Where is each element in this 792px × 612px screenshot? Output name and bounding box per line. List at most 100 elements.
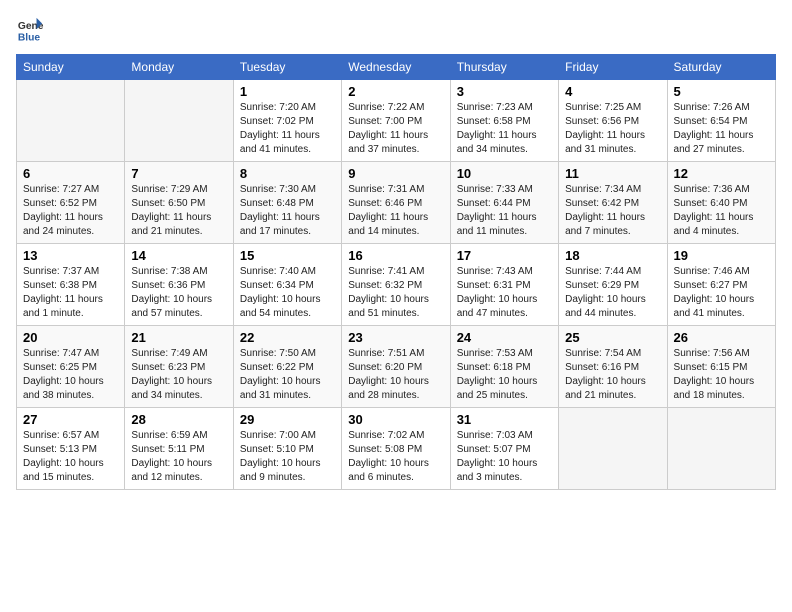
day-number: 4 [565,84,660,99]
day-number: 17 [457,248,552,263]
day-info: Sunrise: 7:43 AM Sunset: 6:31 PM Dayligh… [457,265,552,321]
day-cell: 2 Sunrise: 7:22 AM Sunset: 7:00 PM Daylig… [342,80,450,162]
day-info: Sunrise: 7:47 AM Sunset: 6:25 PM Dayligh… [23,347,118,403]
day-cell: 14 Sunrise: 7:38 AM Sunset: 6:36 PM Dayli… [125,244,233,326]
week-row-5: 27 Sunrise: 6:57 AM Sunset: 5:13 PM Dayli… [17,408,776,490]
calendar-table: SundayMondayTuesdayWednesdayThursdayFrid… [16,54,776,490]
day-info: Sunrise: 6:59 AM Sunset: 5:11 PM Dayligh… [131,429,226,485]
day-cell: 20 Sunrise: 7:47 AM Sunset: 6:25 PM Dayli… [17,326,125,408]
day-info: Sunrise: 7:46 AM Sunset: 6:27 PM Dayligh… [674,265,769,321]
day-number: 22 [240,330,335,345]
day-cell: 7 Sunrise: 7:29 AM Sunset: 6:50 PM Daylig… [125,162,233,244]
day-info: Sunrise: 7:31 AM Sunset: 6:46 PM Dayligh… [348,183,443,239]
logo: General Blue [16,16,44,44]
day-cell: 6 Sunrise: 7:27 AM Sunset: 6:52 PM Daylig… [17,162,125,244]
day-info: Sunrise: 7:27 AM Sunset: 6:52 PM Dayligh… [23,183,118,239]
day-number: 30 [348,412,443,427]
day-cell: 12 Sunrise: 7:36 AM Sunset: 6:40 PM Dayli… [667,162,775,244]
day-number: 23 [348,330,443,345]
day-cell: 24 Sunrise: 7:53 AM Sunset: 6:18 PM Dayli… [450,326,558,408]
column-header-sunday: Sunday [17,55,125,80]
day-number: 12 [674,166,769,181]
logo-icon: General Blue [16,16,44,44]
day-info: Sunrise: 7:00 AM Sunset: 5:10 PM Dayligh… [240,429,335,485]
day-number: 16 [348,248,443,263]
header-row: SundayMondayTuesdayWednesdayThursdayFrid… [17,55,776,80]
day-cell: 25Sunrise: 7:54 AM Sunset: 6:16 PM Dayli… [559,326,667,408]
page-header: General Blue [16,16,776,44]
day-info: Sunrise: 7:33 AM Sunset: 6:44 PM Dayligh… [457,183,552,239]
day-number: 14 [131,248,226,263]
day-info: Sunrise: 7:44 AM Sunset: 6:29 PM Dayligh… [565,265,660,321]
week-row-3: 13Sunrise: 7:37 AM Sunset: 6:38 PM Dayli… [17,244,776,326]
day-number: 1 [240,84,335,99]
day-info: Sunrise: 7:36 AM Sunset: 6:40 PM Dayligh… [674,183,769,239]
day-cell: 18 Sunrise: 7:44 AM Sunset: 6:29 PM Dayli… [559,244,667,326]
day-info: Sunrise: 7:23 AM Sunset: 6:58 PM Dayligh… [457,101,552,157]
day-number: 7 [131,166,226,181]
day-number: 9 [348,166,443,181]
day-number: 24 [457,330,552,345]
column-header-friday: Friday [559,55,667,80]
day-cell: 1 Sunrise: 7:20 AM Sunset: 7:02 PM Daylig… [233,80,341,162]
day-number: 29 [240,412,335,427]
day-number: 27 [23,412,118,427]
day-number: 6 [23,166,118,181]
day-cell [559,408,667,490]
day-info: Sunrise: 7:54 AM Sunset: 6:16 PM Dayligh… [565,347,660,403]
day-info: Sunrise: 7:30 AM Sunset: 6:48 PM Dayligh… [240,183,335,239]
day-cell: 15 Sunrise: 7:40 AM Sunset: 6:34 PM Dayli… [233,244,341,326]
day-cell: 8 Sunrise: 7:30 AM Sunset: 6:48 PM Daylig… [233,162,341,244]
day-info: Sunrise: 7:34 AM Sunset: 6:42 PM Dayligh… [565,183,660,239]
day-info: Sunrise: 7:41 AM Sunset: 6:32 PM Dayligh… [348,265,443,321]
week-row-1: 1 Sunrise: 7:20 AM Sunset: 7:02 PM Daylig… [17,80,776,162]
day-cell: 31 Sunrise: 7:03 AM Sunset: 5:07 PM Dayli… [450,408,558,490]
day-number: 19 [674,248,769,263]
day-cell: 3 Sunrise: 7:23 AM Sunset: 6:58 PM Daylig… [450,80,558,162]
day-number: 2 [348,84,443,99]
day-cell: 27 Sunrise: 6:57 AM Sunset: 5:13 PM Dayli… [17,408,125,490]
day-cell: 22 Sunrise: 7:50 AM Sunset: 6:22 PM Dayli… [233,326,341,408]
day-info: Sunrise: 7:02 AM Sunset: 5:08 PM Dayligh… [348,429,443,485]
day-number: 18 [565,248,660,263]
day-info: Sunrise: 7:29 AM Sunset: 6:50 PM Dayligh… [131,183,226,239]
day-number: 28 [131,412,226,427]
day-info: Sunrise: 7:40 AM Sunset: 6:34 PM Dayligh… [240,265,335,321]
day-info: Sunrise: 7:25 AM Sunset: 6:56 PM Dayligh… [565,101,660,157]
day-number: 26 [674,330,769,345]
column-header-tuesday: Tuesday [233,55,341,80]
day-info: Sunrise: 7:26 AM Sunset: 6:54 PM Dayligh… [674,101,769,157]
week-row-2: 6 Sunrise: 7:27 AM Sunset: 6:52 PM Daylig… [17,162,776,244]
day-cell: 13Sunrise: 7:37 AM Sunset: 6:38 PM Dayli… [17,244,125,326]
day-cell: 4 Sunrise: 7:25 AM Sunset: 6:56 PM Daylig… [559,80,667,162]
svg-text:Blue: Blue [18,32,41,43]
day-info: Sunrise: 7:50 AM Sunset: 6:22 PM Dayligh… [240,347,335,403]
day-number: 31 [457,412,552,427]
day-info: Sunrise: 7:38 AM Sunset: 6:36 PM Dayligh… [131,265,226,321]
column-header-monday: Monday [125,55,233,80]
column-header-thursday: Thursday [450,55,558,80]
day-cell: 21Sunrise: 7:49 AM Sunset: 6:23 PM Dayli… [125,326,233,408]
day-cell [667,408,775,490]
week-row-4: 20 Sunrise: 7:47 AM Sunset: 6:25 PM Dayli… [17,326,776,408]
day-cell: 23 Sunrise: 7:51 AM Sunset: 6:20 PM Dayli… [342,326,450,408]
day-info: Sunrise: 6:57 AM Sunset: 5:13 PM Dayligh… [23,429,118,485]
day-number: 20 [23,330,118,345]
day-info: Sunrise: 7:20 AM Sunset: 7:02 PM Dayligh… [240,101,335,157]
day-cell: 16 Sunrise: 7:41 AM Sunset: 6:32 PM Dayli… [342,244,450,326]
day-info: Sunrise: 7:53 AM Sunset: 6:18 PM Dayligh… [457,347,552,403]
day-info: Sunrise: 7:22 AM Sunset: 7:00 PM Dayligh… [348,101,443,157]
day-info: Sunrise: 7:51 AM Sunset: 6:20 PM Dayligh… [348,347,443,403]
day-cell: 29 Sunrise: 7:00 AM Sunset: 5:10 PM Dayli… [233,408,341,490]
day-cell: 10Sunrise: 7:33 AM Sunset: 6:44 PM Dayli… [450,162,558,244]
day-cell [125,80,233,162]
day-info: Sunrise: 7:49 AM Sunset: 6:23 PM Dayligh… [131,347,226,403]
day-info: Sunrise: 7:56 AM Sunset: 6:15 PM Dayligh… [674,347,769,403]
day-cell: 19 Sunrise: 7:46 AM Sunset: 6:27 PM Dayli… [667,244,775,326]
day-number: 8 [240,166,335,181]
day-number: 13 [23,248,118,263]
day-number: 3 [457,84,552,99]
day-cell: 9 Sunrise: 7:31 AM Sunset: 6:46 PM Daylig… [342,162,450,244]
day-info: Sunrise: 7:03 AM Sunset: 5:07 PM Dayligh… [457,429,552,485]
day-number: 15 [240,248,335,263]
